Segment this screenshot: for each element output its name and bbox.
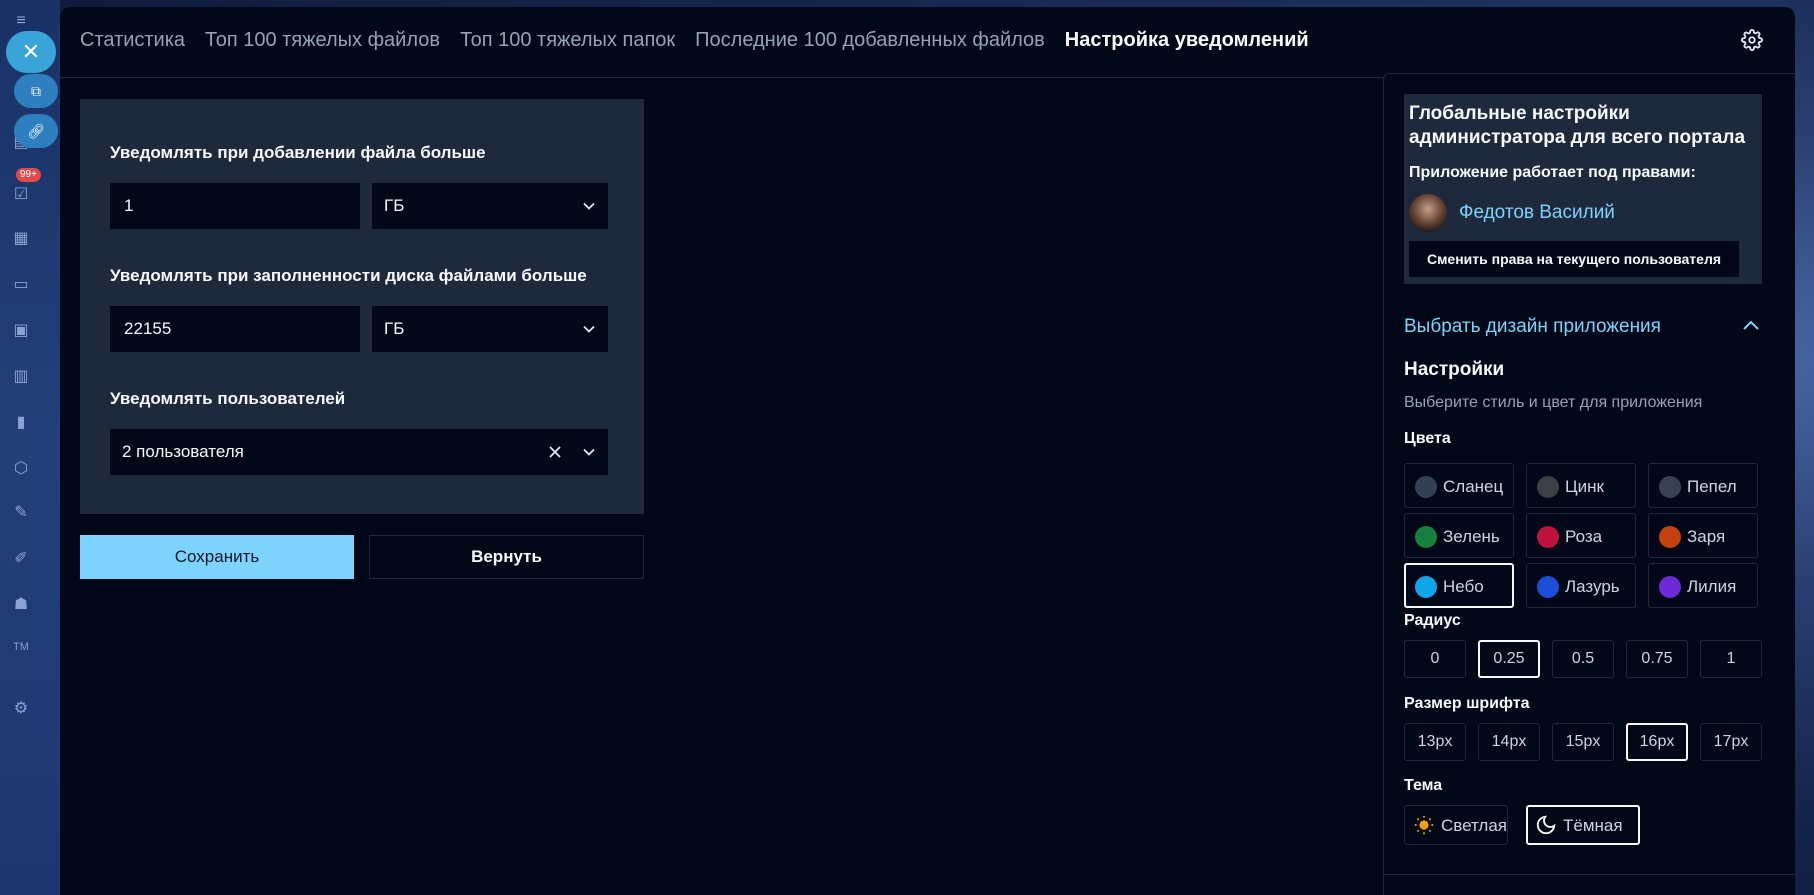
switch-rights-button[interactable]: Сменить права на текущего пользователя — [1409, 241, 1739, 277]
edit-doc-icon[interactable]: ✎ — [10, 502, 32, 524]
gear-icon[interactable] — [1741, 29, 1765, 53]
admin-settings-box: Глобальные настройки администратора для … — [1404, 94, 1762, 284]
chevron-up-icon[interactable] — [1741, 316, 1761, 341]
font-option-16px[interactable]: 16px — [1626, 723, 1688, 761]
admin-title: Глобальные настройки администратора для … — [1409, 103, 1746, 148]
sun-icon — [1413, 814, 1435, 841]
radius-option-1[interactable]: 1 — [1700, 640, 1762, 678]
notify-users-value: 2 пользователя — [122, 442, 244, 461]
document-icon[interactable]: ▭ — [10, 274, 32, 296]
tasks-badge: 99+ — [16, 168, 41, 182]
swatch-icon — [1659, 476, 1681, 498]
tab-notification-settings[interactable]: Настройка уведомлений — [1065, 29, 1309, 52]
color-option-slate[interactable]: Сланец — [1404, 463, 1514, 508]
color-option-azure[interactable]: Лазурь — [1526, 563, 1636, 608]
settings-title: Настройки — [1404, 359, 1505, 380]
design-section-toggle[interactable]: Выбрать дизайн приложения — [1404, 316, 1661, 338]
theme-title: Тема — [1404, 777, 1443, 794]
hexagon-icon[interactable]: ⬡ — [10, 458, 32, 480]
color-option-zinc[interactable]: Цинк — [1526, 463, 1636, 508]
radius-option-0-75[interactable]: 0.75 — [1626, 640, 1688, 678]
design-settings-panel: Глобальные настройки администратора для … — [1383, 73, 1795, 895]
font-option-15px[interactable]: 15px — [1552, 723, 1614, 761]
file-unit-value: ГБ — [384, 196, 405, 215]
tasks-icon[interactable]: ☑ — [10, 184, 32, 206]
font-size-title: Размер шрифта — [1404, 695, 1530, 712]
panel-divider — [1384, 874, 1795, 875]
tab-bar: Статистика Топ 100 тяжелых файлов Топ 10… — [80, 29, 1309, 52]
tab-recent-files[interactable]: Последние 100 добавленных файлов — [695, 29, 1045, 52]
disk-usage-input[interactable]: 22155 — [110, 306, 360, 352]
radius-option-0-25[interactable]: 0.25 — [1478, 640, 1540, 678]
user-name-link[interactable]: Федотов Василий — [1459, 202, 1615, 224]
user-avatar[interactable]: TM — [10, 636, 32, 658]
chevron-down-icon — [582, 183, 596, 213]
chart-icon[interactable]: ▮ — [10, 412, 32, 434]
file-unit-select[interactable]: ГБ — [372, 183, 608, 229]
color-option-dawn[interactable]: Заря — [1648, 513, 1758, 558]
notification-settings-card: Уведомлять при добавлении файла больше 1… — [80, 99, 644, 514]
swatch-icon — [1537, 476, 1559, 498]
reset-button[interactable]: Вернуть — [369, 535, 644, 579]
open-new-window-button[interactable]: ⧉ — [14, 74, 58, 108]
swatch-icon — [1537, 576, 1559, 598]
copy-link-button[interactable]: 🔗︎ — [14, 114, 58, 148]
radius-option-0-5[interactable]: 0.5 — [1552, 640, 1614, 678]
swatch-icon — [1415, 526, 1437, 548]
disk-unit-value: ГБ — [384, 319, 405, 338]
swatch-icon — [1659, 576, 1681, 598]
swatch-icon — [1415, 476, 1437, 498]
chevron-down-icon — [582, 306, 596, 336]
notify-users-select[interactable]: 2 пользователя — [110, 429, 608, 475]
board-icon[interactable]: ▣ — [10, 320, 32, 342]
save-button[interactable]: Сохранить — [80, 535, 354, 579]
calendar-icon[interactable]: ▥ — [10, 366, 32, 388]
disk-usage-label: Уведомлять при заполненности диска файла… — [110, 266, 587, 285]
moon-icon — [1535, 814, 1557, 841]
building-icon[interactable]: ▦ — [10, 228, 32, 250]
color-option-ash[interactable]: Пепел — [1648, 463, 1758, 508]
app-frame: Статистика Топ 100 тяжелых файлов Топ 10… — [60, 7, 1795, 895]
robot-icon[interactable]: ☗ — [10, 594, 32, 616]
file-size-label: Уведомлять при добавлении файла больше — [110, 143, 486, 162]
rights-label: Приложение работает под правами: — [1409, 164, 1696, 181]
tab-statistics[interactable]: Статистика — [80, 29, 185, 52]
swatch-icon — [1537, 526, 1559, 548]
tab-top-folders[interactable]: Топ 100 тяжелых папок — [460, 29, 675, 52]
avatar — [1409, 194, 1447, 232]
font-option-17px[interactable]: 17px — [1700, 723, 1762, 761]
menu-icon[interactable]: ≡ — [10, 10, 32, 32]
settings-icon[interactable]: ⚙ — [10, 698, 32, 720]
tab-top-files[interactable]: Топ 100 тяжелых файлов — [205, 29, 440, 52]
color-option-rose[interactable]: Роза — [1526, 513, 1636, 558]
swatch-icon — [1659, 526, 1681, 548]
color-option-lily[interactable]: Лилия — [1648, 563, 1758, 608]
pen-icon[interactable]: ✐ — [10, 548, 32, 570]
file-size-input[interactable]: 1 — [110, 183, 360, 229]
notify-users-label: Уведомлять пользователей — [110, 389, 346, 408]
close-slider-button[interactable]: ✕ — [6, 31, 56, 73]
theme-option-dark[interactable]: Тёмная — [1526, 805, 1640, 845]
settings-description: Выберите стиль и цвет для приложения — [1404, 394, 1703, 411]
radius-title: Радиус — [1404, 612, 1461, 629]
disk-unit-select[interactable]: ГБ — [372, 306, 608, 352]
chevron-down-icon[interactable] — [582, 429, 596, 459]
font-option-13px[interactable]: 13px — [1404, 723, 1466, 761]
color-option-sky[interactable]: Небо — [1404, 563, 1514, 608]
swatch-icon — [1415, 576, 1437, 598]
font-option-14px[interactable]: 14px — [1478, 723, 1540, 761]
radius-option-0[interactable]: 0 — [1404, 640, 1466, 678]
clear-icon[interactable] — [548, 429, 562, 459]
theme-option-light[interactable]: Светлая — [1404, 805, 1508, 845]
color-option-green[interactable]: Зелень — [1404, 513, 1514, 558]
colors-title: Цвета — [1404, 430, 1451, 447]
